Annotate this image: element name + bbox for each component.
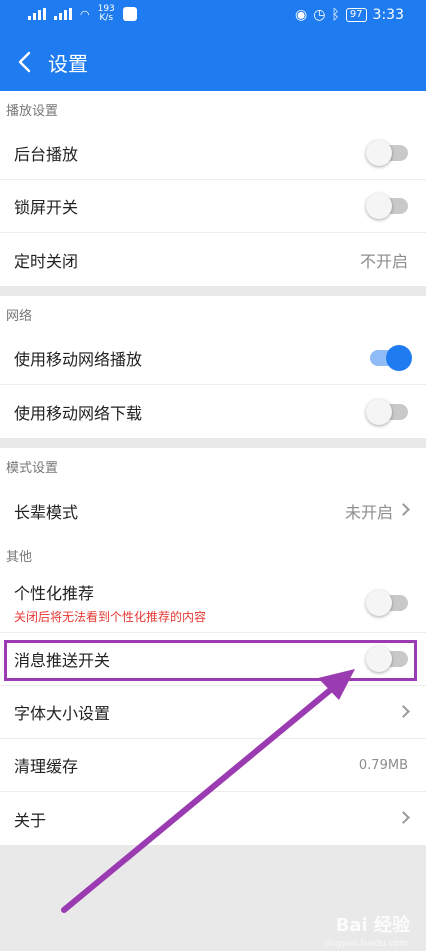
- status-left: ◠ 193 K/s: [28, 5, 137, 23]
- section-divider: [0, 438, 426, 448]
- toggle-knob: [366, 646, 392, 672]
- mobile-play-label: 使用移动网络播放: [14, 350, 143, 369]
- lock-screen-toggle[interactable]: [366, 193, 408, 219]
- page-title: 设置: [48, 51, 88, 76]
- row-about[interactable]: 关于: [0, 792, 426, 845]
- bluetooth-icon: ᛒ: [331, 7, 340, 23]
- row-elder-mode[interactable]: 长辈模式 未开启: [0, 484, 426, 537]
- section-playback-title: 播放设置: [0, 91, 426, 127]
- lock-screen-label: 锁屏开关: [14, 198, 79, 217]
- row-clear-cache[interactable]: 清理缓存 0.79MB: [0, 739, 426, 792]
- section-mode-title: 模式设置: [0, 448, 426, 484]
- chevron-right-icon: [397, 704, 410, 718]
- chevron-right-icon: [397, 811, 410, 824]
- font-size-label: 字体大小设置: [14, 704, 111, 723]
- signal-icon: [28, 8, 46, 20]
- watermark: Bai 经验: [335, 915, 410, 936]
- status-right: ◉ ◷ ᛒ 97 3:33: [295, 7, 404, 23]
- personalized-labels: 个性化推荐 关闭后将无法看到个性化推荐的内容: [14, 580, 206, 625]
- toggle-knob: [366, 398, 392, 425]
- speed-unit: K/s: [99, 13, 114, 23]
- wifi-icon: ◠: [80, 7, 90, 21]
- row-mobile-play[interactable]: 使用移动网络播放: [0, 332, 426, 385]
- chevron-left-icon: [18, 51, 31, 73]
- personalized-toggle[interactable]: [366, 589, 408, 616]
- background-play-toggle[interactable]: [366, 140, 408, 166]
- toggle-knob: [366, 193, 392, 219]
- battery-icon: 97: [345, 8, 367, 22]
- settings-list: 播放设置 后台播放 锁屏开关 定时关闭 不开启 网络 使用移动网络播放 使用移动…: [0, 91, 426, 845]
- top-bar: ◠ 193 K/s ◉ ◷ ᛒ 97 3:33 设置: [0, 0, 426, 91]
- watermark-sub: jingyan.baidu.com: [324, 939, 408, 949]
- row-font-size[interactable]: 字体大小设置: [0, 686, 426, 739]
- about-label: 关于: [14, 810, 47, 830]
- row-timer-off[interactable]: 定时关闭 不开启: [0, 233, 426, 286]
- section-network-title: 网络: [0, 296, 426, 332]
- clear-cache-label: 清理缓存: [14, 757, 79, 776]
- shield-icon: [122, 7, 137, 21]
- toggle-knob: [366, 589, 392, 616]
- row-background-play[interactable]: 后台播放: [0, 127, 426, 180]
- status-bar: ◠ 193 K/s ◉ ◷ ᛒ 97 3:33: [0, 0, 426, 30]
- push-toggle[interactable]: [366, 646, 408, 672]
- back-button[interactable]: [4, 36, 44, 88]
- network-speed: 193 K/s: [98, 5, 115, 23]
- signal-icon-2: [54, 8, 72, 20]
- mobile-download-label: 使用移动网络下载: [14, 403, 143, 423]
- section-other-title: 其他: [0, 537, 426, 573]
- alarm-icon: ◷: [313, 7, 326, 23]
- row-push[interactable]: 消息推送开关: [0, 633, 426, 686]
- chevron-right-icon: [397, 503, 410, 516]
- eye-icon: ◉: [294, 7, 308, 23]
- elder-mode-value: 未开启: [344, 502, 393, 522]
- section-divider: [0, 286, 426, 296]
- clear-cache-value: 0.79MB: [358, 757, 408, 773]
- personalized-label: 个性化推荐: [14, 584, 95, 603]
- timer-off-label: 定时关闭: [14, 251, 79, 271]
- push-label: 消息推送开关: [14, 651, 111, 670]
- elder-mode-value-wrap: 未开启: [344, 499, 410, 523]
- row-lock-screen[interactable]: 锁屏开关: [0, 180, 426, 233]
- row-mobile-download[interactable]: 使用移动网络下载: [0, 385, 426, 438]
- mobile-play-toggle[interactable]: [370, 345, 412, 371]
- background-play-label: 后台播放: [14, 145, 79, 164]
- mobile-download-toggle[interactable]: [366, 398, 408, 425]
- toggle-knob: [366, 140, 392, 166]
- personalized-subtitle: 关闭后将无法看到个性化推荐的内容: [14, 610, 207, 624]
- timer-off-value: 不开启: [359, 251, 408, 271]
- nav-bar: 设置: [0, 36, 426, 88]
- row-personalized[interactable]: 个性化推荐 关闭后将无法看到个性化推荐的内容: [0, 573, 426, 633]
- elder-mode-label: 长辈模式: [14, 502, 79, 522]
- status-time: 3:33: [372, 7, 404, 23]
- toggle-knob: [386, 345, 412, 371]
